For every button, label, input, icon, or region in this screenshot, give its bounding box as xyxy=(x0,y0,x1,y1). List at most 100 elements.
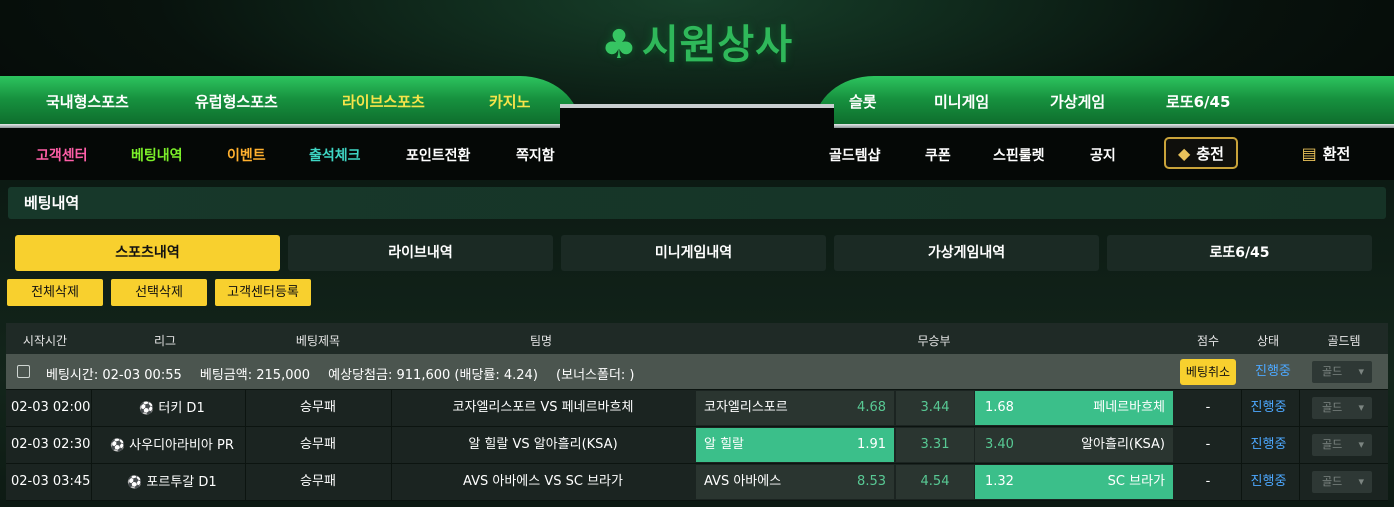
nav-virtual-game[interactable]: 가상게임 xyxy=(1050,91,1105,112)
bet-summary-row: 베팅시간: 02-03 00:55 베팅금액: 215,000 예상당첨금: 9… xyxy=(6,354,1388,390)
draw-odds: 3.31 xyxy=(920,437,950,452)
home-odds-cell: 알 힐랄 1.91 xyxy=(696,428,894,462)
col-league: 리그 xyxy=(153,334,177,348)
select-checkbox[interactable] xyxy=(17,365,30,378)
home-odds: 1.91 xyxy=(857,437,886,452)
nav-notice[interactable]: 공지 xyxy=(1090,145,1116,165)
coin-bag-icon: ◆ xyxy=(1178,143,1191,163)
start-time: 02-03 02:00 xyxy=(11,400,91,415)
nav-attendance[interactable]: 출석체크 xyxy=(309,145,361,165)
nav-coupon[interactable]: 쿠폰 xyxy=(925,145,951,165)
col-score: 점수 xyxy=(1196,334,1220,348)
away-team: 알아흘리(KSA) xyxy=(1081,437,1165,452)
clover-icon: ♣ xyxy=(600,22,638,68)
nav-gold-shop[interactable]: 골드템샵 xyxy=(829,145,881,165)
status-text: 진행중 xyxy=(1250,474,1287,489)
bet-rows: 02-03 02:00 ⚽ 터키 D1 승무패 코자엘리스포르 VS 페네르바흐체 코자… xyxy=(6,390,1388,501)
away-odds-cell: 3.40 알아흘리(KSA) xyxy=(975,428,1173,462)
content-area: 베팅내역 스포츠내역 라이브내역 미니게임내역 가상게임내역 로또6/45 전체… xyxy=(0,180,1394,507)
away-odds-cell: 1.32 SC 브라가 xyxy=(975,465,1173,499)
delete-selected-button[interactable]: 선택삭제 xyxy=(111,279,207,306)
score: - xyxy=(1205,400,1211,415)
nav-messages[interactable]: 쪽지함 xyxy=(516,145,555,165)
score: - xyxy=(1205,474,1211,489)
tab-virtual-game-history[interactable]: 가상게임내역 xyxy=(834,235,1099,271)
start-time: 02-03 02:30 xyxy=(11,437,91,452)
charge-button[interactable]: ◆ 충전 xyxy=(1164,137,1238,169)
home-team: AVS 아바에스 xyxy=(704,474,782,489)
bet-amount: 베팅금액: 215,000 xyxy=(199,368,311,383)
match-title: AVS 아바에스 VS SC 브라가 xyxy=(463,474,623,489)
away-odds: 3.40 xyxy=(985,437,1014,452)
gold-item-select[interactable]: 골드 xyxy=(1312,434,1372,456)
nav-lotto[interactable]: 로또6/45 xyxy=(1166,91,1230,112)
tab-lotto-history[interactable]: 로또6/45 xyxy=(1107,235,1372,271)
table-row: 02-03 02:30 ⚽ 사우디아라비아 PR 승무패 알 힐랄 VS 알아흘리(K… xyxy=(6,427,1388,464)
tab-live-history[interactable]: 라이브내역 xyxy=(288,235,553,271)
nav-spin-roulette[interactable]: 스핀룰렛 xyxy=(993,145,1045,165)
bonus-folder: (보너스폴더: ) xyxy=(556,368,635,383)
draw-odds-cell: 3.31 xyxy=(896,428,974,462)
draw-odds: 4.54 xyxy=(920,474,950,489)
league: ⚽ 터키 D1 xyxy=(102,390,242,426)
tab-sports-history[interactable]: 스포츠내역 xyxy=(15,235,280,271)
col-gold-item: 골드템 xyxy=(1327,334,1361,348)
match-title: 코자엘리스포르 VS 페네르바흐체 xyxy=(452,400,634,415)
nav-slot[interactable]: 슬롯 xyxy=(849,91,877,112)
start-time: 02-03 03:45 xyxy=(11,474,91,489)
tab-minigame-history[interactable]: 미니게임내역 xyxy=(561,235,826,271)
logo-text: 시원상사 xyxy=(641,22,794,68)
away-odds: 1.32 xyxy=(985,474,1014,489)
status-text: 진행중 xyxy=(1250,400,1287,415)
col-status: 상태 xyxy=(1256,334,1280,348)
nav-european-sports[interactable]: 유럽형스포츠 xyxy=(195,91,278,112)
site-logo[interactable]: ♣ 시원상사 xyxy=(0,12,1394,70)
nav-domestic-sports[interactable]: 국내형스포츠 xyxy=(46,91,129,112)
home-team: 코자엘리스포르 xyxy=(704,400,788,415)
cancel-bet-button[interactable]: 베팅취소 xyxy=(1180,359,1236,385)
nav-point-convert[interactable]: 포인트전환 xyxy=(406,145,470,165)
bet-type: 승무패 xyxy=(300,437,336,452)
gold-item-select[interactable]: 골드 xyxy=(1312,397,1372,419)
bet-summary: 베팅시간: 02-03 00:55 베팅금액: 215,000 예상당첨금: 9… xyxy=(46,364,649,383)
gold-item-select[interactable]: 골드 xyxy=(1312,361,1372,383)
nav-event[interactable]: 이벤트 xyxy=(227,145,266,165)
money-stack-icon: ▤ xyxy=(1301,143,1317,163)
exchange-label: 환전 xyxy=(1322,144,1351,163)
nav-casino[interactable]: 카지노 xyxy=(489,91,530,112)
delete-all-button[interactable]: 전체삭제 xyxy=(7,279,103,306)
home-odds-cell: 코자엘리스포르 4.68 xyxy=(696,391,894,425)
bet-type: 승무패 xyxy=(300,474,336,489)
away-odds: 1.68 xyxy=(985,400,1014,415)
bet-time: 베팅시간: 02-03 00:55 xyxy=(46,368,182,383)
table-row: 02-03 02:00 ⚽ 터키 D1 승무패 코자엘리스포르 VS 페네르바흐체 코자… xyxy=(6,390,1388,427)
league: ⚽ 사우디아라비아 PR xyxy=(102,427,242,463)
nav-live-sports[interactable]: 라이브스포츠 xyxy=(342,91,425,112)
home-odds: 4.68 xyxy=(857,400,886,415)
bet-history-table: 시작시간 리그 베팅제목 팀명 무승부 점수 상태 골드템 베팅시간: 02-0… xyxy=(6,323,1388,501)
home-odds: 8.53 xyxy=(857,474,886,489)
expected-win: 예상당첨금: 911,600 (배당률: 4.24) xyxy=(328,368,538,383)
col-start-time: 시작시간 xyxy=(22,334,68,348)
draw-odds: 3.44 xyxy=(920,400,950,415)
table-row: 02-03 03:45 ⚽ 포르투갈 D1 승무패 AVS 아바에스 VS SC 브라… xyxy=(6,464,1388,501)
soccer-ball-icon: ⚽ xyxy=(127,475,143,489)
gold-item-select[interactable]: 골드 xyxy=(1312,471,1372,493)
col-bet-title: 베팅제목 xyxy=(295,334,341,348)
away-odds-cell: 1.68 페네르바흐체 xyxy=(975,391,1173,425)
exchange-button[interactable]: ▤ 환전 xyxy=(1286,137,1366,169)
draw-odds-cell: 4.54 xyxy=(896,465,974,499)
register-customer-center-button[interactable]: 고객센터등록 xyxy=(215,279,311,306)
col-team: 팀명 xyxy=(529,334,553,348)
charge-label: 충전 xyxy=(1196,144,1224,163)
home-odds-cell: AVS 아바에스 8.53 xyxy=(696,465,894,499)
nav-minigame[interactable]: 미니게임 xyxy=(934,91,989,112)
home-team: 알 힐랄 xyxy=(704,437,745,452)
status-text: 진행중 xyxy=(1250,437,1287,452)
soccer-ball-icon: ⚽ xyxy=(139,401,155,415)
league: ⚽ 포르투갈 D1 xyxy=(102,464,242,500)
away-team: SC 브라가 xyxy=(1107,474,1165,489)
away-team: 페네르바흐체 xyxy=(1093,400,1165,415)
nav-customer-center[interactable]: 고객센터 xyxy=(36,145,88,165)
nav-bet-history[interactable]: 베팅내역 xyxy=(131,145,183,165)
